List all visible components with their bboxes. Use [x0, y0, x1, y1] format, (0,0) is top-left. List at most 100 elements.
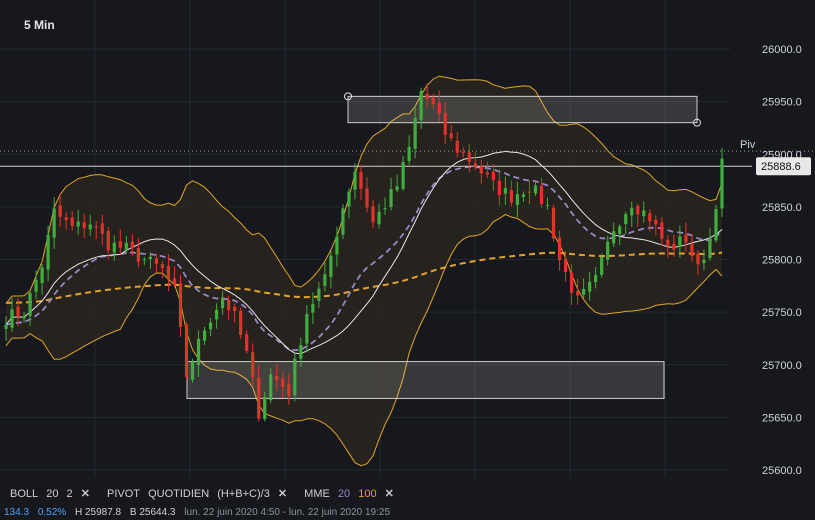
candle-body	[455, 140, 459, 153]
candle-body	[22, 316, 26, 319]
candle-body	[10, 309, 14, 328]
candle-body	[58, 205, 62, 217]
candle-body	[257, 377, 261, 419]
boll-dev: 2	[66, 488, 73, 500]
indicator-legend: BOLL 20 2 ✕ PIVOT QUOTIDIEN (H+B+C)/3 ✕ …	[10, 487, 408, 500]
candle-body	[563, 258, 568, 273]
candle-body	[509, 190, 514, 203]
candle-body	[311, 303, 315, 313]
y-tick-label: 25850.0	[762, 202, 802, 214]
candle-body	[4, 324, 8, 329]
candle-body	[130, 241, 134, 248]
candle-body	[449, 133, 453, 139]
candle-body	[100, 223, 104, 234]
candle-body	[666, 239, 670, 247]
remove-pivot-icon[interactable]: ✕	[278, 488, 287, 500]
candle-body	[642, 210, 646, 217]
candle-body	[251, 352, 255, 378]
change-value: 134.3	[4, 507, 30, 518]
candle-body	[70, 217, 74, 226]
price-axis[interactable]: 26000.025950.025900.025850.025800.025750…	[740, 44, 811, 477]
candle-body	[335, 236, 339, 255]
candle-body	[359, 171, 363, 189]
candle-body	[347, 191, 351, 207]
candle-body	[479, 166, 483, 174]
price-chart[interactable]: 26000.025950.025900.025850.025800.025750…	[0, 0, 815, 520]
candle-body	[588, 281, 592, 292]
mme-label: MME	[304, 488, 330, 500]
candle-body	[624, 214, 628, 225]
candle-body	[467, 152, 471, 162]
remove-boll-icon[interactable]: ✕	[81, 488, 90, 500]
candle-body	[275, 376, 279, 381]
mme-slow-period: 100	[358, 488, 377, 500]
candle-body	[383, 208, 387, 210]
candle-body	[612, 231, 616, 244]
candle-body	[407, 146, 411, 161]
candle-body	[214, 309, 219, 320]
mme-fast-period: 20	[337, 488, 351, 500]
candle-body	[527, 191, 532, 193]
y-tick-label: 25650.0	[762, 412, 802, 424]
timeframe-label[interactable]: 5 Min	[24, 18, 55, 32]
y-tick-label: 25700.0	[762, 360, 802, 372]
change-percent: 0.52%	[37, 507, 67, 518]
candle-body	[106, 231, 110, 251]
candle-body	[142, 259, 146, 261]
candle-body	[582, 288, 586, 295]
candle-body	[533, 185, 538, 194]
pivot-label: PIVOT	[106, 488, 140, 500]
candle-body	[413, 118, 417, 149]
candle-body	[636, 205, 640, 215]
candle-body	[239, 310, 243, 335]
candle-body	[389, 189, 393, 208]
remove-mme-icon[interactable]: ✕	[385, 488, 394, 500]
candle-body	[365, 188, 369, 208]
candle-body	[569, 272, 574, 293]
y-tick-label: 26000.0	[762, 44, 802, 56]
y-tick-label: 25600.0	[762, 465, 802, 477]
candle-body	[196, 338, 201, 366]
candle-body	[551, 207, 556, 239]
candle-body	[419, 90, 423, 121]
candle-body	[287, 384, 291, 396]
candle-body	[660, 222, 664, 239]
candle-body	[557, 237, 562, 261]
candle-body	[654, 219, 658, 225]
candle-body	[545, 204, 550, 206]
candle-body	[443, 113, 447, 135]
candle-body	[178, 283, 183, 328]
candle-body	[233, 306, 237, 311]
candle-body	[371, 206, 375, 223]
pivot-formula: (H+B+C)/3	[217, 488, 270, 500]
candle-body	[263, 397, 267, 420]
candle-body	[118, 241, 122, 248]
candle-body	[503, 188, 507, 194]
candle-body	[154, 258, 159, 264]
candle-body	[696, 253, 700, 265]
candle-body	[323, 274, 327, 286]
candle-body	[148, 256, 153, 260]
high-value: H 25987.8	[74, 507, 122, 518]
candle-body	[401, 162, 405, 189]
candle-body	[702, 259, 706, 264]
candle-body	[521, 194, 526, 198]
candle-body	[221, 297, 225, 309]
low-value: B 25644.3	[129, 507, 176, 518]
candle-body	[299, 344, 303, 359]
candle-body	[124, 242, 128, 250]
price-zone-box[interactable]	[347, 95, 698, 124]
candle-body	[648, 213, 652, 222]
candle-body	[461, 152, 465, 154]
candle-body	[160, 264, 165, 268]
candle-body	[575, 291, 580, 296]
candle-body	[618, 226, 622, 235]
candle-body	[720, 158, 724, 209]
candle-body	[34, 280, 38, 292]
candle-body	[425, 93, 429, 99]
current-price-label: 25888.6	[761, 161, 801, 173]
candle-body	[377, 211, 381, 225]
pivot-label: Piv	[740, 139, 756, 151]
candle-body	[64, 217, 68, 220]
date-range: lun. 22 juin 2020 4:50 - lun. 22 juin 20…	[184, 507, 390, 518]
